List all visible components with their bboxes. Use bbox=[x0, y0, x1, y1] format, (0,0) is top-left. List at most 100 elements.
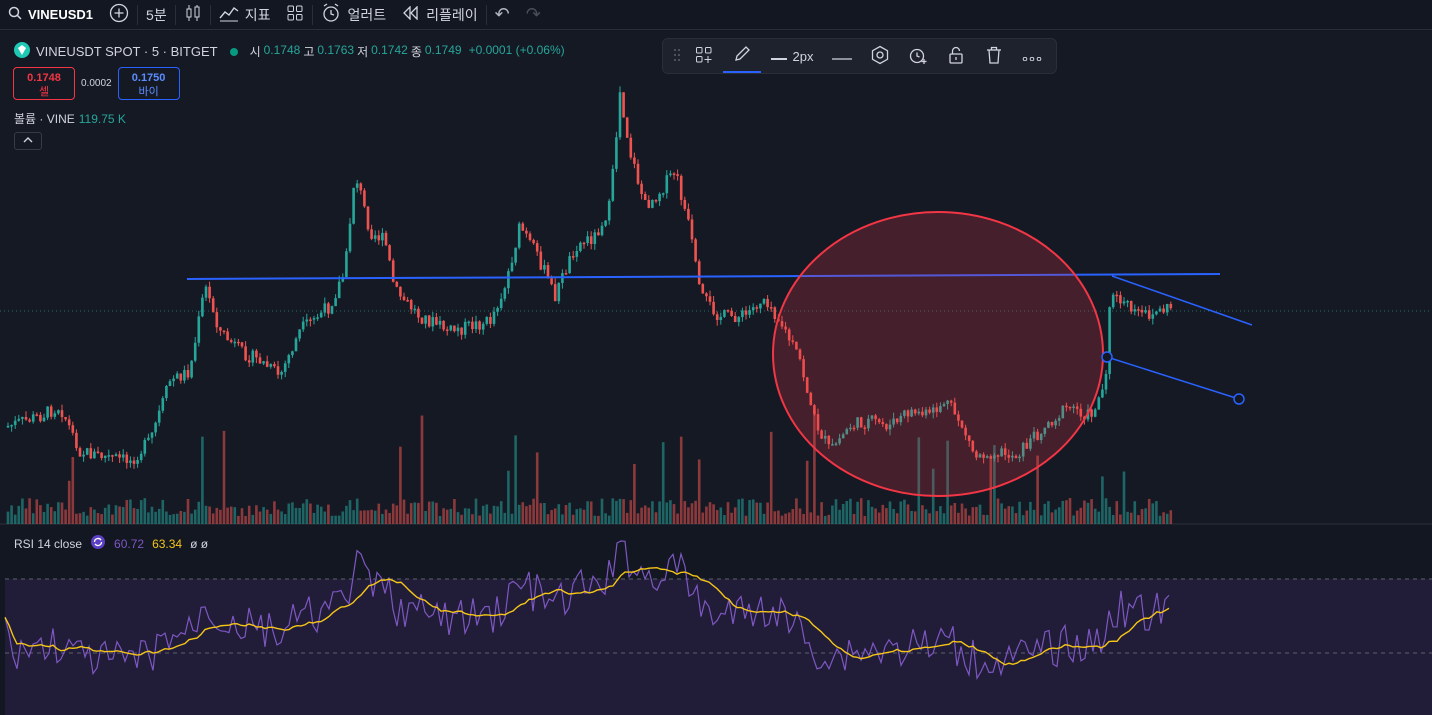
volume-bar bbox=[1000, 503, 1003, 524]
interval-button[interactable]: 5분 bbox=[138, 0, 175, 30]
chart-type-button[interactable] bbox=[176, 0, 210, 30]
candle-body bbox=[269, 364, 273, 367]
buy-label: 바이 bbox=[138, 86, 159, 98]
indicators-button[interactable]: 지표 bbox=[211, 0, 279, 30]
add-alert-button[interactable] bbox=[899, 39, 937, 73]
close-value: 0.1749 bbox=[424, 43, 462, 57]
volume-bar bbox=[352, 510, 355, 524]
volume-bar bbox=[276, 509, 280, 524]
candle-body bbox=[118, 454, 121, 458]
volume-bar bbox=[827, 514, 831, 524]
line-style-button[interactable] bbox=[823, 39, 861, 73]
volume-bar bbox=[1126, 511, 1129, 524]
volume-bar bbox=[107, 504, 111, 524]
candle-body bbox=[381, 232, 384, 241]
candle-body bbox=[359, 183, 363, 191]
candle-body bbox=[755, 307, 759, 309]
sell-label: 셀 bbox=[38, 86, 50, 98]
candle-body bbox=[337, 281, 341, 299]
lower-channel-line bbox=[1106, 356, 1240, 400]
compare-add-button[interactable] bbox=[101, 0, 137, 30]
volume-bar bbox=[377, 503, 381, 524]
volume-bar bbox=[881, 504, 885, 524]
candle-body bbox=[89, 448, 93, 459]
interval-label: 5분 bbox=[146, 6, 167, 23]
drag-handle[interactable] bbox=[669, 39, 685, 73]
volume-bar bbox=[186, 498, 190, 524]
candle-body bbox=[485, 316, 489, 324]
delete-button[interactable] bbox=[975, 39, 1013, 73]
symbol-title: VINEUSDT SPOT · 5 · BITGET bbox=[36, 44, 218, 59]
volume-bar bbox=[561, 514, 564, 524]
volume-bar bbox=[269, 513, 273, 524]
volume-bar bbox=[13, 514, 17, 524]
candle-body bbox=[417, 308, 420, 318]
volume-bar bbox=[957, 512, 960, 524]
alert-button[interactable]: 얼러트 bbox=[313, 0, 394, 30]
volume-bar bbox=[226, 507, 229, 524]
candle-body bbox=[291, 351, 294, 356]
candle-body bbox=[1155, 311, 1158, 315]
candle-body bbox=[82, 454, 85, 457]
collapse-legend-button[interactable] bbox=[14, 132, 42, 150]
settings-button[interactable] bbox=[861, 39, 899, 73]
symbol-search[interactable]: VINEUSD1 bbox=[0, 0, 101, 30]
candle-body bbox=[1147, 310, 1151, 319]
volume-bar bbox=[35, 499, 39, 524]
volume-bar bbox=[658, 501, 661, 524]
candle-body bbox=[1101, 389, 1104, 398]
volume-bar bbox=[75, 513, 78, 524]
volume-bar bbox=[150, 506, 154, 524]
volume-bar bbox=[712, 504, 715, 524]
candle-body bbox=[633, 157, 636, 164]
candle-body bbox=[723, 310, 726, 317]
templates-button[interactable] bbox=[278, 0, 312, 30]
candle-body bbox=[615, 137, 618, 169]
line-width-button[interactable]: 2px bbox=[761, 39, 823, 73]
indicators-label: 지표 bbox=[244, 6, 271, 23]
more-button[interactable] bbox=[1013, 39, 1051, 73]
volume-bar bbox=[39, 505, 42, 524]
chart-canvas[interactable] bbox=[0, 31, 1432, 715]
candle-body bbox=[1137, 309, 1140, 311]
candle-body bbox=[399, 286, 402, 297]
candle-body bbox=[708, 296, 712, 302]
undo-button[interactable]: ↶ bbox=[487, 0, 518, 30]
candle-body bbox=[665, 175, 669, 194]
volume-bar bbox=[913, 511, 917, 524]
line-color-button[interactable] bbox=[723, 39, 761, 73]
replay-button[interactable]: 리플레이 bbox=[394, 0, 486, 30]
candle-body bbox=[316, 317, 319, 319]
candle-body bbox=[370, 229, 373, 239]
candle-body bbox=[305, 319, 309, 322]
volume-bar bbox=[597, 515, 600, 524]
buy-button[interactable]: 0.1750 바이 bbox=[117, 67, 180, 100]
chart-area[interactable]: VINEUSDT SPOT · 5 · BITGET 시 0.1748 고 0.17… bbox=[0, 31, 1432, 715]
volume-bar bbox=[600, 498, 604, 524]
candle-body bbox=[17, 418, 21, 421]
volume-bar bbox=[215, 507, 219, 524]
sell-button[interactable]: 0.1748 셀 bbox=[13, 67, 75, 100]
volume-bar bbox=[402, 499, 406, 524]
volume-bar bbox=[28, 498, 31, 524]
rsi-label: RSI 14 close bbox=[14, 536, 83, 551]
candle-body bbox=[1133, 309, 1137, 312]
volume-bar bbox=[96, 513, 100, 524]
candle-body bbox=[701, 284, 705, 294]
volume-bar bbox=[42, 511, 46, 524]
volume-bar bbox=[654, 512, 658, 524]
volume-bar bbox=[237, 515, 240, 524]
volume-bar bbox=[132, 508, 136, 524]
volume-bar bbox=[1057, 507, 1061, 524]
volume-bar bbox=[46, 503, 49, 524]
candle-body bbox=[629, 137, 633, 158]
volume-bar bbox=[265, 509, 269, 524]
volume-bar bbox=[399, 446, 402, 524]
template-button[interactable] bbox=[685, 39, 723, 73]
volume-bar bbox=[510, 513, 514, 524]
candle-body bbox=[237, 341, 240, 344]
lock-button[interactable] bbox=[937, 39, 975, 73]
volume-bar bbox=[751, 499, 755, 524]
candle-body bbox=[1162, 308, 1165, 313]
redo-button[interactable]: ↷ bbox=[518, 0, 549, 30]
